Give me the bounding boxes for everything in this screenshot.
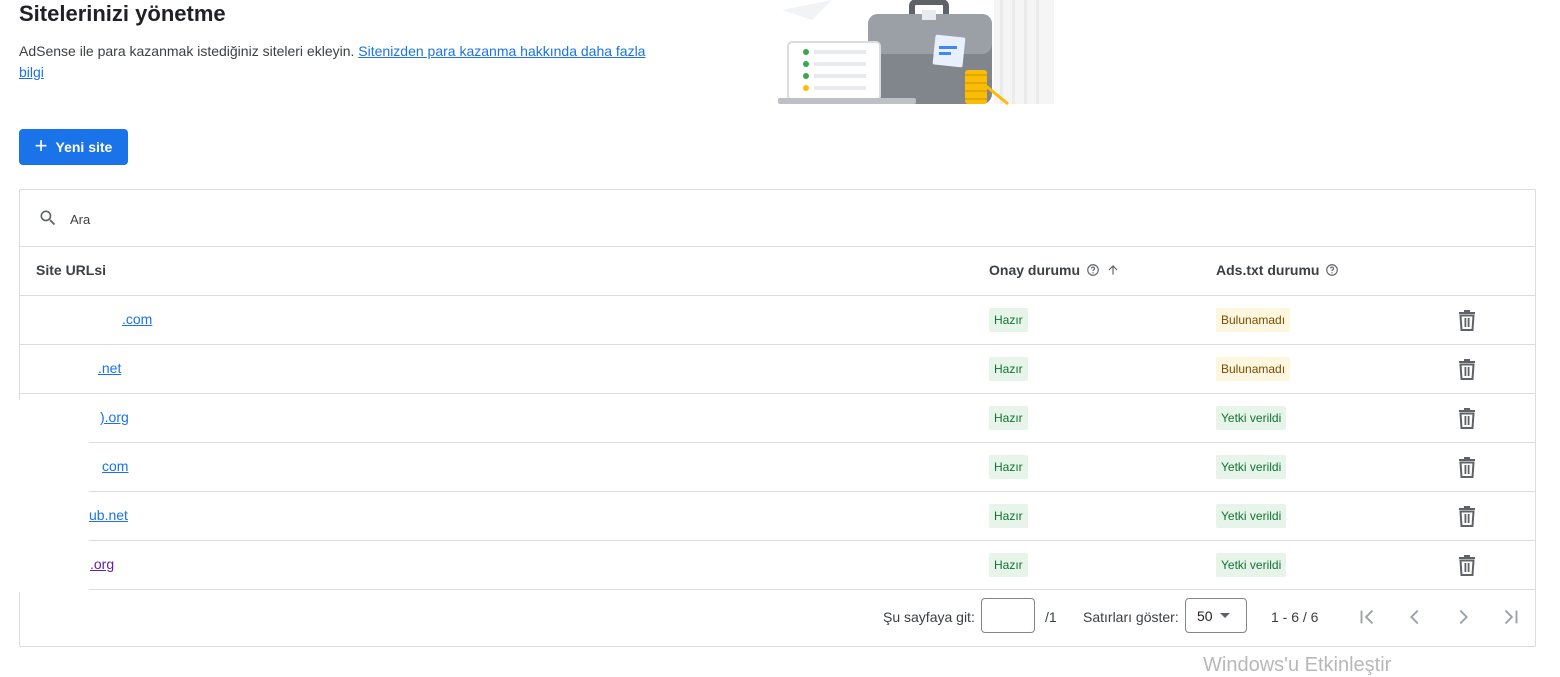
site-url-link[interactable]: com xyxy=(102,458,128,474)
table-row: ).org Hazır Yetki verildi xyxy=(20,394,1535,443)
pagination-bar: Şu sayfaya git: /1 Satırları göster: 50 … xyxy=(20,589,1535,645)
approval-status-badge: Hazır xyxy=(989,455,1028,479)
rows-per-page-value: 50 xyxy=(1197,608,1213,624)
approval-status-badge: Hazır xyxy=(989,308,1028,332)
page-description: AdSense ile para kazanmak istediğiniz si… xyxy=(19,41,649,83)
caret-down-icon xyxy=(1220,613,1230,618)
column-adstxt-status[interactable]: Ads.txt durumu xyxy=(1216,262,1339,278)
trash-icon[interactable] xyxy=(1457,505,1477,527)
trash-icon[interactable] xyxy=(1457,407,1477,429)
rows-per-page-label: Satırları göster: xyxy=(1083,609,1179,625)
arrow-up-icon[interactable] xyxy=(1106,263,1120,277)
search-bar xyxy=(20,190,1535,247)
approval-status-badge: Hazır xyxy=(989,357,1028,381)
sites-table-card: Site URLsi Onay durumu Ads.txt durumu .c… xyxy=(19,189,1536,647)
page-title: Sitelerinizi yönetme xyxy=(19,1,226,26)
trash-icon[interactable] xyxy=(1457,456,1477,478)
column-site-url-label: Site URLsi xyxy=(36,262,107,278)
total-pages: /1 xyxy=(1045,609,1057,625)
approval-status-badge: Hazır xyxy=(989,504,1028,528)
previous-page-icon[interactable] xyxy=(1404,606,1426,628)
adstxt-status-badge: Yetki verildi xyxy=(1216,504,1287,528)
next-page-icon[interactable] xyxy=(1452,606,1474,628)
site-url-link[interactable]: ub.net xyxy=(89,507,128,523)
table-row: .org Hazır Yetki verildi xyxy=(20,541,1535,590)
table-row: .net Hazır Bulunamadı xyxy=(20,345,1535,394)
goto-page-label: Şu sayfaya git: xyxy=(883,609,975,625)
windows-activation-watermark: Windows'u Etkinleştir xyxy=(1203,654,1392,676)
help-circle-icon[interactable] xyxy=(1325,263,1339,277)
briefcase-illustration xyxy=(778,0,1054,106)
site-url-link[interactable]: .org xyxy=(90,556,114,572)
redaction-overlay xyxy=(0,400,89,592)
last-page-icon[interactable] xyxy=(1500,606,1522,628)
table-header: Site URLsi Onay durumu Ads.txt durumu xyxy=(20,247,1535,296)
search-input[interactable] xyxy=(68,207,572,231)
trash-icon[interactable] xyxy=(1457,309,1477,331)
column-approval-label: Onay durumu xyxy=(989,262,1081,278)
site-url-link[interactable]: ).org xyxy=(100,409,129,425)
site-url-link[interactable]: .com xyxy=(122,311,152,327)
column-adstxt-label: Ads.txt durumu xyxy=(1216,262,1320,278)
table-row: ub.net Hazır Yetki verildi xyxy=(20,492,1535,541)
trash-icon[interactable] xyxy=(1457,554,1477,576)
search-icon xyxy=(40,210,56,226)
page-number-input[interactable] xyxy=(981,598,1035,633)
plus-icon: + xyxy=(34,133,48,158)
table-row: .com Hazır Bulunamadı xyxy=(20,296,1535,345)
adstxt-status-badge: Yetki verildi xyxy=(1216,455,1287,479)
help-circle-icon[interactable] xyxy=(1086,263,1100,277)
new-site-label: Yeni site xyxy=(55,139,113,155)
approval-status-badge: Hazır xyxy=(989,406,1028,430)
column-approval-status[interactable]: Onay durumu xyxy=(989,262,1120,278)
site-url-link[interactable]: .net xyxy=(98,360,121,376)
new-site-button[interactable]: + Yeni site xyxy=(19,129,128,165)
approval-status-badge: Hazır xyxy=(989,553,1028,577)
adstxt-status-badge: Yetki verildi xyxy=(1216,406,1287,430)
rows-per-page-select[interactable]: 50 xyxy=(1185,598,1247,633)
column-site-url[interactable]: Site URLsi xyxy=(36,262,106,278)
adstxt-status-badge: Bulunamadı xyxy=(1216,357,1291,381)
trash-icon[interactable] xyxy=(1457,358,1477,380)
description-text: AdSense ile para kazanmak istediğiniz si… xyxy=(19,43,359,59)
adstxt-status-badge: Bulunamadı xyxy=(1216,308,1291,332)
first-page-icon[interactable] xyxy=(1356,606,1378,628)
page-range: 1 - 6 / 6 xyxy=(1271,609,1319,625)
adstxt-status-badge: Yetki verildi xyxy=(1216,553,1287,577)
table-row: com Hazır Yetki verildi xyxy=(20,443,1535,492)
